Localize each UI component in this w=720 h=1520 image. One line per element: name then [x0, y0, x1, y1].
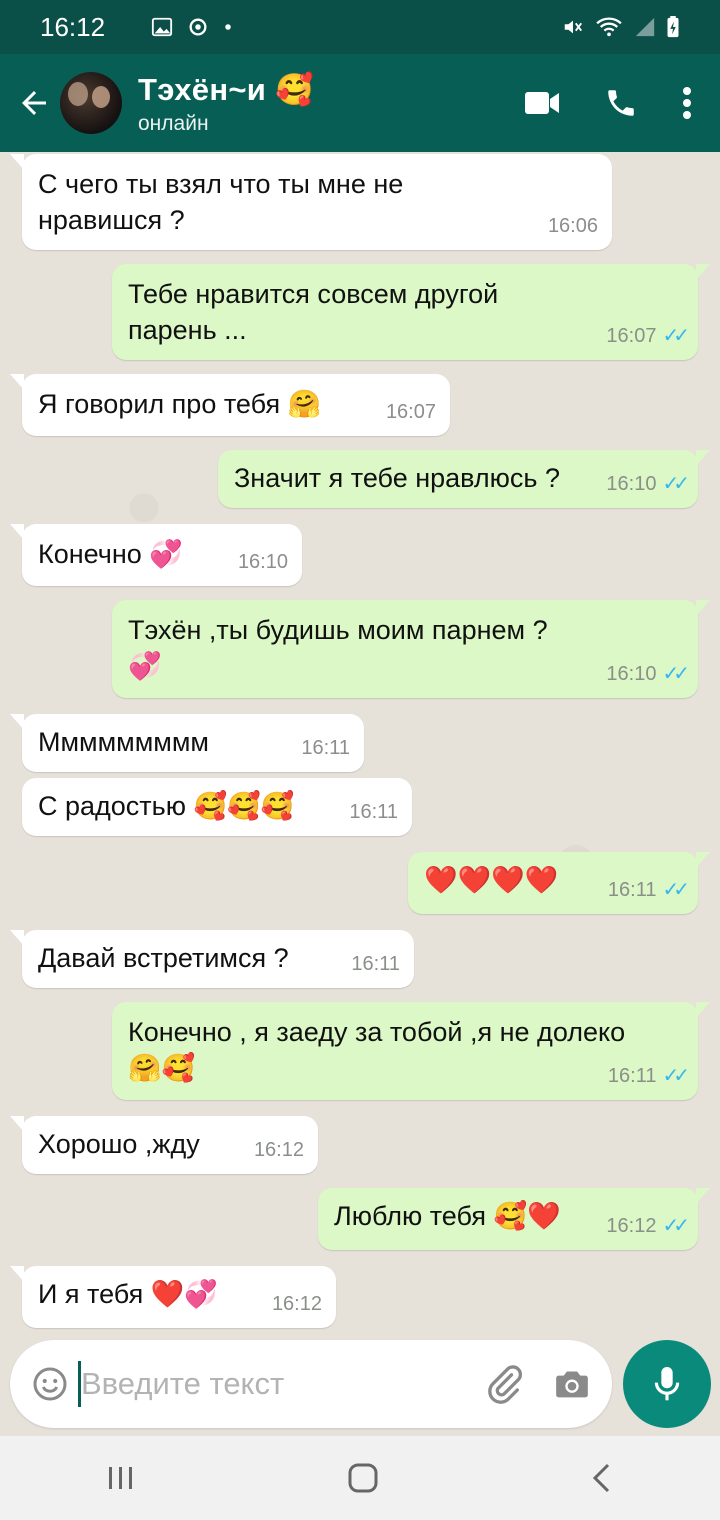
- read-ticks-icon: ✓✓: [662, 1065, 689, 1087]
- emoji-icon[interactable]: [32, 1366, 68, 1402]
- message-input[interactable]: [81, 1366, 461, 1402]
- message-time: 16:07: [606, 325, 657, 347]
- voice-call-button[interactable]: [604, 86, 638, 120]
- message-text: нравишся ?: [38, 205, 185, 235]
- message-time: 16:10: [606, 473, 657, 495]
- read-ticks-icon: ✓✓: [662, 1215, 689, 1237]
- message-time: 16:10: [237, 551, 288, 573]
- paperclip-icon[interactable]: [484, 1364, 524, 1404]
- video-call-icon: [525, 92, 559, 114]
- message-time: 16:06: [547, 215, 598, 237]
- message-incoming[interactable]: Давай встретимся ? 16:11: [10, 930, 414, 988]
- message-outgoing[interactable]: Люблю тебя 🥰❤️ 16:12 ✓✓: [318, 1188, 710, 1250]
- phone-icon: [608, 90, 634, 116]
- read-ticks-icon: ✓✓: [662, 879, 689, 901]
- mic-icon: [654, 1367, 680, 1401]
- message-list[interactable]: С чего ты взял что ты мне не нравишся ? …: [0, 152, 720, 1338]
- message-incoming[interactable]: Я говорил про тебя 🤗 16:07: [10, 374, 450, 436]
- read-ticks-icon: ✓✓: [662, 325, 689, 347]
- message-time: 16:07: [385, 401, 436, 423]
- message-outgoing[interactable]: ❤️❤️❤️❤️ 16:11 ✓✓: [408, 852, 710, 914]
- contact-status: онлайн: [138, 111, 209, 135]
- message-incoming[interactable]: С радостью 🥰🥰🥰 16:11: [22, 778, 412, 836]
- system-nav-bar: [0, 1436, 720, 1520]
- message-text: С чего ты взял что ты мне не: [38, 169, 404, 199]
- message-text: С радостью 🥰🥰🥰: [38, 791, 295, 821]
- message-time: 16:12: [271, 1293, 322, 1315]
- message-text: Ммммммммм: [38, 727, 209, 757]
- status-time: 16:12: [40, 11, 106, 42]
- message-text: Конечно 💞: [38, 539, 183, 569]
- message-text: ❤️❤️❤️❤️: [424, 865, 559, 895]
- message-outgoing[interactable]: Конечно , я заеду за тобой ,я не долеко …: [112, 1002, 710, 1100]
- contact-info[interactable]: Тэхён~и 🥰 онлайн: [138, 71, 314, 136]
- message-time: 16:10: [606, 663, 657, 685]
- back-button[interactable]: [10, 73, 58, 133]
- contact-name: Тэхён~и 🥰: [138, 71, 314, 107]
- message-outgoing[interactable]: Тэхён ,ты будишь моим парнем ? 💞 16:10 ✓✓: [112, 600, 710, 698]
- message-text: Конечно , я заеду за тобой ,я не долеко: [128, 1017, 626, 1047]
- wifi-icon: [596, 17, 622, 37]
- message-incoming[interactable]: Ммммммммм 16:11: [10, 714, 364, 772]
- read-ticks-icon: ✓✓: [662, 473, 689, 495]
- message-text: И я тебя ❤️💞: [38, 1279, 219, 1309]
- message-text: парень ...: [128, 315, 247, 345]
- more-vert-icon: [683, 87, 691, 119]
- message-incoming[interactable]: С чего ты взял что ты мне не нравишся ? …: [10, 154, 612, 250]
- video-call-button[interactable]: [524, 90, 560, 116]
- camera-icon[interactable]: [552, 1364, 592, 1404]
- recent-apps-icon[interactable]: [106, 1465, 136, 1491]
- message-text: Тебе нравится совсем другой: [128, 279, 499, 309]
- message-time: 16:11: [607, 879, 657, 901]
- gallery-icon: [151, 17, 173, 37]
- mic-button[interactable]: [623, 1340, 711, 1428]
- message-time: 16:11: [349, 801, 398, 823]
- message-text: Хорошо ,жду: [38, 1129, 200, 1159]
- message-composer: [10, 1340, 612, 1428]
- message-outgoing[interactable]: Тебе нравится совсем другой парень ... 1…: [112, 264, 710, 360]
- message-outgoing[interactable]: Значит я тебе нравлюсь ? 16:10 ✓✓: [218, 450, 710, 508]
- avatar[interactable]: [60, 72, 122, 134]
- arrow-left-icon: [22, 91, 46, 115]
- sync-icon: [189, 18, 207, 36]
- message-incoming[interactable]: Конечно 💞 16:10: [10, 524, 302, 586]
- message-text: Люблю тебя 🥰❤️: [334, 1201, 561, 1231]
- message-incoming[interactable]: И я тебя ❤️💞 16:12: [10, 1266, 336, 1328]
- home-icon[interactable]: [347, 1462, 379, 1494]
- chat-header: Тэхён~и 🥰 онлайн: [0, 54, 720, 152]
- battery-icon: [667, 16, 679, 38]
- message-time: 16:12: [253, 1139, 304, 1161]
- message-text: Тэхён ,ты будишь моим парнем ?: [128, 615, 548, 645]
- more-options-button[interactable]: [682, 86, 692, 120]
- message-time: 16:11: [607, 1065, 657, 1087]
- message-text: Давай встретимся ?: [38, 943, 289, 973]
- message-time: 16:12: [606, 1215, 657, 1237]
- message-time: 16:11: [351, 953, 400, 975]
- mute-icon: [564, 20, 582, 34]
- message-text: 💞: [128, 651, 162, 681]
- message-text: Значит я тебе нравлюсь ?: [234, 463, 560, 493]
- status-bar: 16:12: [0, 0, 720, 54]
- message-time: 16:11: [301, 737, 350, 759]
- message-text: Я говорил про тебя 🤗: [38, 389, 322, 419]
- message-text: 🤗🥰: [128, 1053, 196, 1083]
- message-incoming[interactable]: Хорошо ,жду 16:12: [10, 1116, 318, 1174]
- signal-icon: [635, 17, 655, 37]
- back-nav-icon[interactable]: [590, 1462, 614, 1494]
- dot-icon: [225, 24, 231, 30]
- read-ticks-icon: ✓✓: [662, 663, 689, 685]
